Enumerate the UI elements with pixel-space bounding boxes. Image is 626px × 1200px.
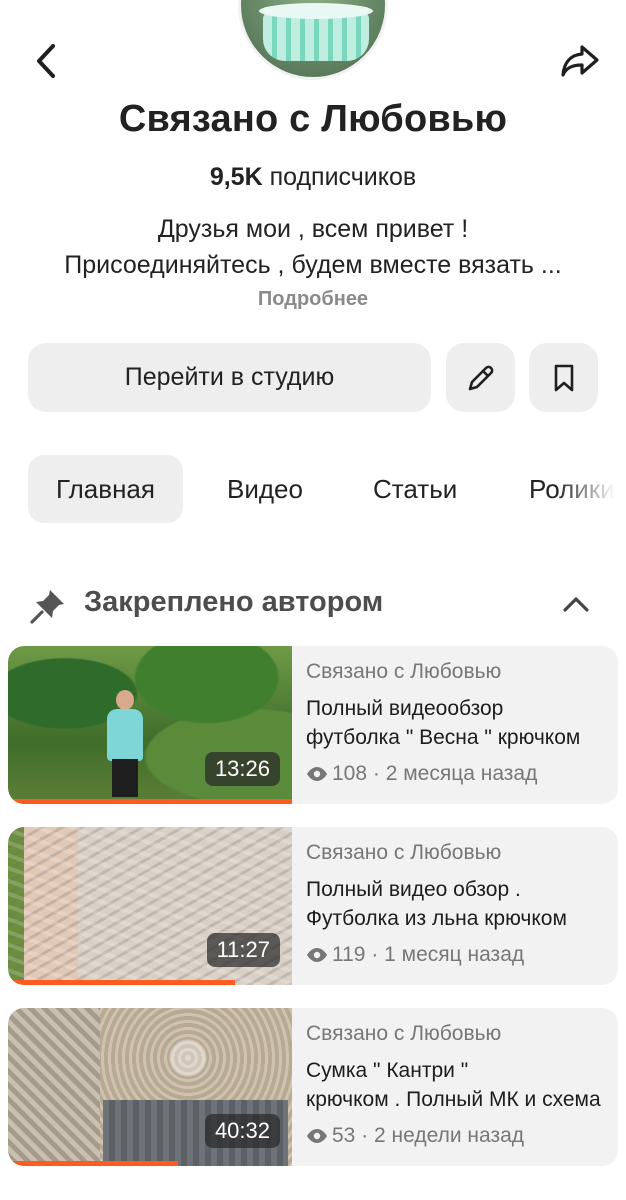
tab-main[interactable]: Главная	[28, 455, 183, 523]
video-title-line-1: Полный видео обзор .	[306, 878, 521, 901]
subscribers-number: 9,5K	[209, 163, 263, 191]
subscribers-count: 9,5K подписчиков	[0, 163, 626, 192]
pin-icon	[30, 590, 64, 624]
watch-progress-bar	[8, 799, 292, 804]
thumbnail-person-head	[116, 690, 134, 710]
video-title: Полный видеообзор футболка " Весна " крю…	[306, 694, 602, 752]
eye-icon	[307, 948, 327, 962]
meta-separator: ·	[367, 762, 386, 785]
pencil-icon	[468, 365, 493, 390]
chevron-left-icon	[37, 44, 55, 78]
eye-icon	[307, 767, 327, 781]
video-title-line-1: Сумка " Кантри "	[306, 1059, 469, 1082]
video-meta: 108 · 2 месяца назад	[306, 762, 602, 786]
video-duration: 40:32	[204, 1114, 280, 1148]
subscribers-label: подписчиков	[269, 163, 417, 191]
thumbnail-lace-panel	[8, 1008, 100, 1166]
tab-articles[interactable]: Статьи	[373, 455, 457, 523]
video-thumbnail[interactable]: 13:26	[8, 646, 292, 804]
video-duration: 13:26	[204, 752, 280, 786]
channel-tabs: Главная Видео Статьи Ролики	[28, 455, 626, 523]
channel-avatar[interactable]	[238, 0, 388, 80]
video-title-line-1: Полный видеообзор	[306, 697, 504, 720]
collapse-pinned-button[interactable]	[554, 582, 598, 626]
thumbnail-person-legs	[112, 759, 138, 797]
video-views: 119	[332, 943, 366, 966]
video-info: Связано с Любовью Сумка " Кантри " крючк…	[306, 1022, 602, 1148]
video-info: Связано с Любовью Полный видео обзор . Ф…	[306, 841, 602, 967]
video-channel-name: Связано с Любовью	[306, 1022, 502, 1045]
description-line-1: Друзья мои , всем привет !	[157, 215, 469, 243]
watch-progress-bar	[8, 980, 236, 985]
video-thumbnail[interactable]: 11:27	[8, 827, 292, 985]
video-thumbnail[interactable]: 40:32	[8, 1008, 292, 1166]
bookmark-button[interactable]	[529, 343, 598, 412]
eye-icon	[307, 1129, 327, 1143]
video-title: Сумка " Кантри " крючком . Полный МК и с…	[306, 1056, 602, 1114]
go-to-studio-button[interactable]: Перейти в студию	[28, 343, 431, 412]
share-button[interactable]	[556, 37, 604, 85]
watch-progress-bar	[8, 1161, 179, 1166]
edit-button[interactable]	[446, 343, 515, 412]
tabs-fade	[556, 455, 626, 523]
bookmark-icon	[554, 364, 573, 391]
video-age: 1 месяц назад	[384, 943, 525, 966]
pinned-section-header: Закреплено автором	[28, 582, 598, 628]
more-link[interactable]: Подробнее	[0, 288, 626, 311]
back-button[interactable]	[22, 37, 70, 85]
video-title-line-2: Футболка из льна крючком	[306, 907, 567, 930]
tab-video[interactable]: Видео	[227, 455, 303, 523]
thumbnail-person-body	[107, 709, 143, 761]
video-meta: 119 · 1 месяц назад	[306, 943, 602, 967]
chevron-up-icon	[563, 597, 589, 612]
video-channel-name: Связано с Любовью	[306, 841, 502, 864]
video-views: 53	[332, 1124, 356, 1147]
video-card[interactable]: 13:26 Связано с Любовью Полный видеообзо…	[8, 646, 618, 804]
video-title: Полный видео обзор . Футболка из льна кр…	[306, 875, 602, 933]
video-age: 2 месяца назад	[385, 762, 538, 785]
share-arrow-icon	[561, 45, 599, 77]
pinned-label: Закреплено автором	[84, 586, 384, 618]
video-info: Связано с Любовью Полный видеообзор футб…	[306, 660, 602, 786]
video-views: 108	[332, 762, 368, 785]
video-title-line-2: крючком . Полный МК и схема	[306, 1088, 601, 1111]
video-title-line-2: футболка " Весна " крючком	[306, 726, 581, 749]
video-channel-name: Связано с Любовью	[306, 660, 502, 683]
video-duration: 11:27	[206, 933, 280, 967]
video-meta: 53 · 2 недели назад	[306, 1124, 602, 1148]
channel-description[interactable]: Друзья мои , всем привет ! Присоединяйте…	[0, 211, 626, 283]
video-age: 2 недели назад	[374, 1124, 525, 1147]
video-card[interactable]: 40:32 Связано с Любовью Сумка " Кантри "…	[8, 1008, 618, 1166]
channel-name: Связано с Любовью	[118, 98, 508, 140]
meta-separator: ·	[365, 943, 385, 966]
description-line-2: Присоединяйтесь , будем вместе вязать ..…	[64, 251, 562, 279]
avatar-basket-rim	[259, 3, 373, 19]
meta-separator: ·	[355, 1124, 375, 1147]
video-card[interactable]: 11:27 Связано с Любовью Полный видео обз…	[8, 827, 618, 985]
